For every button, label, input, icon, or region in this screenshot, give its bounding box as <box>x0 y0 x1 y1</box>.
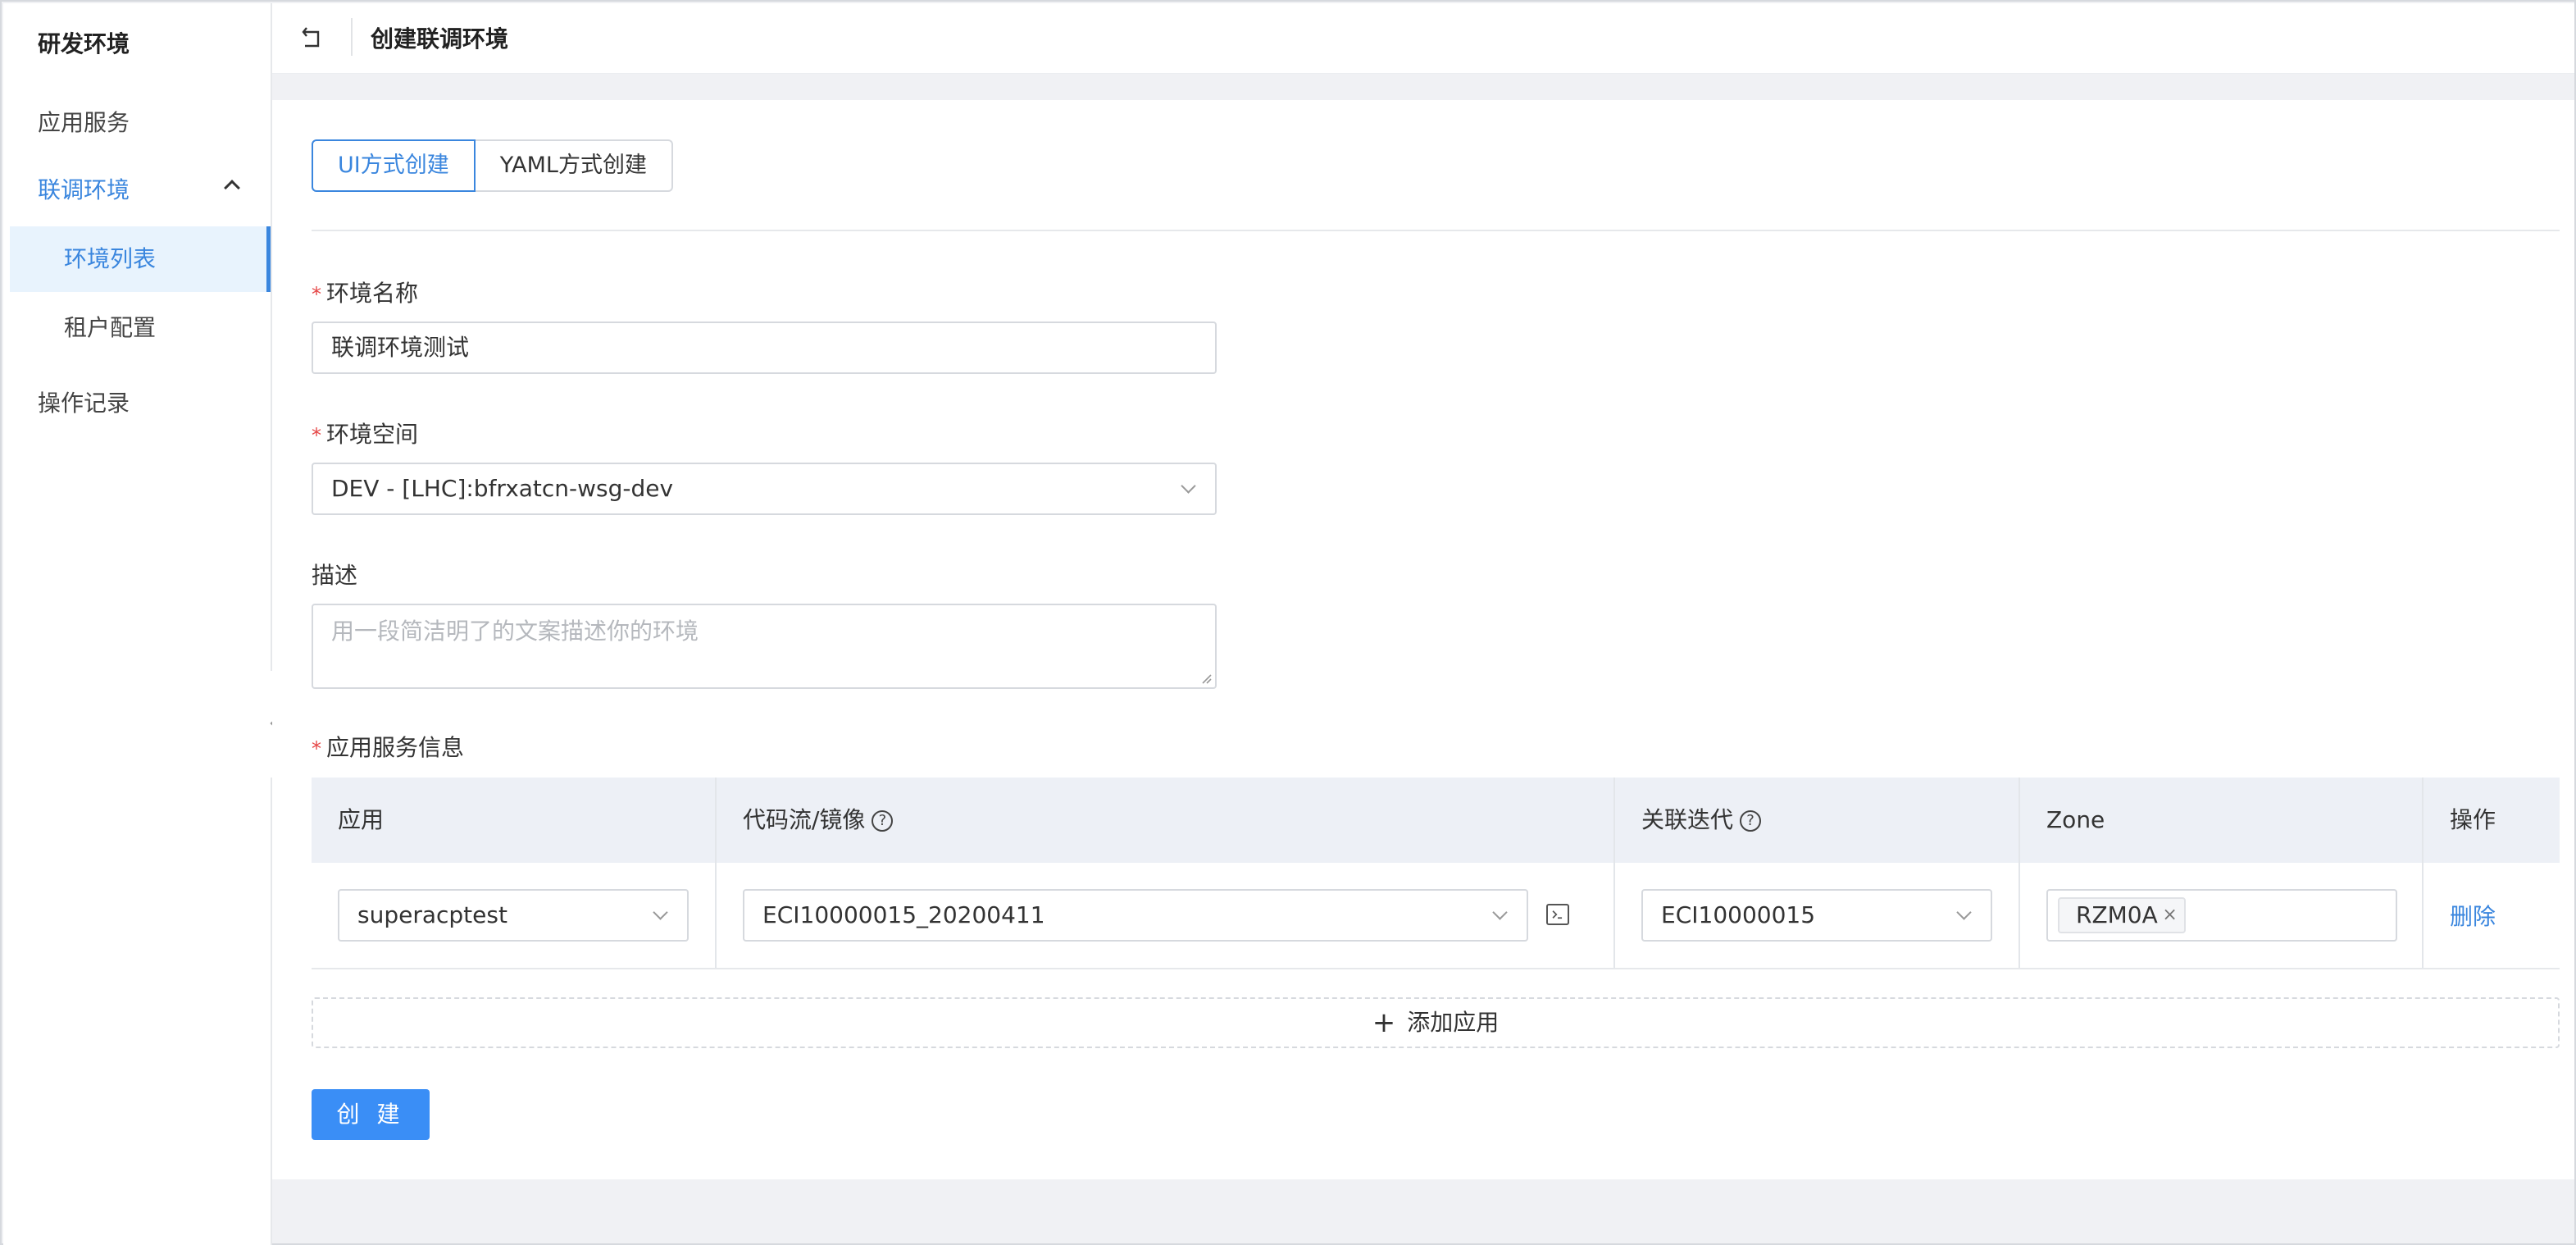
sidebar-item-joint-env[interactable]: 联调环境 <box>38 172 130 205</box>
tab-ui-create[interactable]: UI方式创建 <box>312 139 476 192</box>
zone-tag: RZM0A × <box>2058 897 2186 933</box>
iteration-select[interactable]: ECI10000015 <box>1641 889 1992 942</box>
required-mark: * <box>312 283 321 306</box>
chevron-down-icon <box>1492 905 1508 920</box>
page-header: 创建联调环境 <box>272 3 2574 74</box>
iteration-value: ECI10000015 <box>1661 901 1816 928</box>
env-name-label: * 环境名称 <box>312 276 418 308</box>
env-name-label-text: 环境名称 <box>326 280 419 307</box>
table-header: 应用 代码流/镜像? 关联迭代? Zone 操作 <box>312 778 2560 863</box>
code-image-value: ECI10000015_20200411 <box>762 901 1045 928</box>
services-label: * 应用服务信息 <box>312 730 464 763</box>
tab-yaml-create[interactable]: YAML方式创建 <box>475 139 673 192</box>
plus-icon: + <box>1372 1006 1396 1039</box>
sidebar-title: 研发环境 <box>38 30 130 57</box>
sidebar-item-app-service[interactable]: 应用服务 <box>38 105 130 138</box>
code-image-select[interactable]: ECI10000015_20200411 <box>743 889 1528 942</box>
required-mark: * <box>312 737 321 760</box>
back-icon[interactable] <box>300 25 325 49</box>
chevron-down-icon <box>653 905 668 920</box>
add-app-label: 添加应用 <box>1407 1009 1500 1036</box>
chevron-down-icon <box>1181 478 1196 494</box>
env-space-label: * 环境空间 <box>312 417 418 449</box>
add-app-button[interactable]: + 添加应用 <box>312 997 2560 1048</box>
chevron-up-icon[interactable] <box>224 180 240 196</box>
col-code-image: 代码流/镜像? <box>717 778 894 863</box>
col-code-image-text: 代码流/镜像 <box>743 806 866 833</box>
sidebar-item-env-list[interactable]: 环境列表 <box>10 226 271 292</box>
create-env-form: UI方式创建 YAML方式创建 * 环境名称 联调环境测试 * 环境空间 DEV -… <box>272 100 2574 1179</box>
col-action: 操作 <box>2450 806 2496 833</box>
description-label: 描述 <box>312 562 358 589</box>
col-app: 应用 <box>338 806 385 833</box>
env-space-value: DEV - [LHC]:bfrxatcn-wsg-dev <box>331 475 674 502</box>
description-placeholder: 用一段简洁明了的文案描述你的环境 <box>331 618 699 645</box>
app-window: 研发环境 应用服务 联调环境 环境列表 租户配置 操作记录 创建联调环境 UI方… <box>0 0 2576 1245</box>
env-name-input[interactable]: 联调环境测试 <box>312 322 1217 374</box>
create-button[interactable]: 创 建 <box>312 1089 430 1140</box>
page-title: 创建联调环境 <box>371 25 509 52</box>
delete-row-link[interactable]: 删除 <box>2450 899 2496 932</box>
description-textarea[interactable]: 用一段简洁明了的文案描述你的环境 <box>312 604 1217 689</box>
table-row: superacptest ECI10000015_20200411 ECI100… <box>312 863 2560 969</box>
app-select-value: superacptest <box>357 901 507 928</box>
zone-tag-label: RZM0A <box>2076 901 2158 928</box>
sidebar: 研发环境 应用服务 联调环境 环境列表 租户配置 操作记录 <box>3 3 272 1245</box>
sidebar-item-operation-log[interactable]: 操作记录 <box>38 385 130 418</box>
col-iteration-text: 关联迭代 <box>1641 806 1734 833</box>
chevron-down-icon <box>1956 905 1972 920</box>
env-space-label-text: 环境空间 <box>326 421 419 448</box>
terminal-icon[interactable] <box>1546 904 1569 925</box>
divider <box>312 230 2560 231</box>
col-zone: Zone <box>2046 806 2105 833</box>
sidebar-item-tenant-config[interactable]: 租户配置 <box>10 295 271 361</box>
app-select[interactable]: superacptest <box>338 889 689 942</box>
header-divider <box>351 18 353 56</box>
services-label-text: 应用服务信息 <box>326 734 465 761</box>
resize-grip-icon[interactable] <box>1200 673 1212 684</box>
zone-multi-select[interactable]: RZM0A × <box>2046 889 2397 942</box>
help-icon[interactable]: ? <box>872 810 894 832</box>
create-mode-tabs: UI方式创建 YAML方式创建 <box>312 139 673 192</box>
required-mark: * <box>312 424 321 447</box>
help-icon[interactable]: ? <box>1740 810 1762 832</box>
col-iteration: 关联迭代? <box>1615 778 1762 863</box>
env-space-select[interactable]: DEV - [LHC]:bfrxatcn-wsg-dev <box>312 463 1217 515</box>
close-icon[interactable]: × <box>2162 899 2177 932</box>
